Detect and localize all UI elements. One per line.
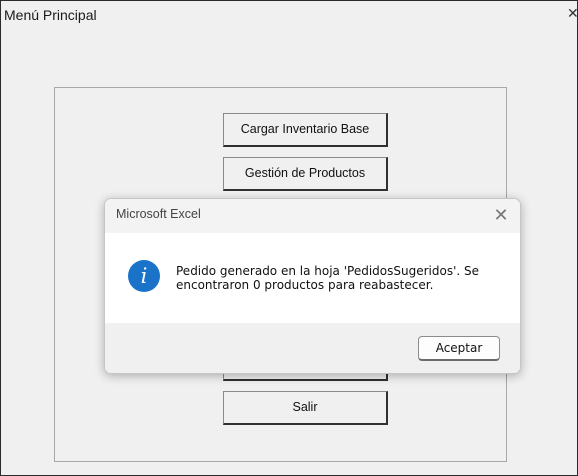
- dialog-title: Microsoft Excel: [116, 207, 201, 221]
- window-titlebar[interactable]: Menú Principal ✕: [1, 1, 577, 31]
- menu-principal-window: Menú Principal ✕ Cargar Inventario Base …: [0, 0, 578, 476]
- excel-message-dialog: Microsoft Excel ✕ i Pedido generado en l…: [104, 198, 521, 374]
- dialog-close-icon[interactable]: ✕: [491, 203, 511, 227]
- window-title: Menú Principal: [4, 7, 97, 23]
- salir-button[interactable]: Salir: [223, 391, 388, 425]
- dialog-body: i Pedido generado en la hoja 'PedidosSug…: [105, 233, 520, 323]
- aceptar-button[interactable]: Aceptar: [418, 336, 500, 361]
- close-icon[interactable]: ✕: [567, 5, 577, 23]
- info-icon: i: [128, 260, 160, 292]
- gestion-de-productos-button[interactable]: Gestión de Productos: [223, 157, 388, 191]
- cargar-inventario-base-button[interactable]: Cargar Inventario Base: [223, 113, 388, 147]
- dialog-footer: Aceptar: [105, 323, 520, 373]
- dialog-message: Pedido generado en la hoja 'PedidosSuger…: [176, 264, 479, 292]
- dialog-titlebar[interactable]: Microsoft Excel ✕: [105, 199, 520, 233]
